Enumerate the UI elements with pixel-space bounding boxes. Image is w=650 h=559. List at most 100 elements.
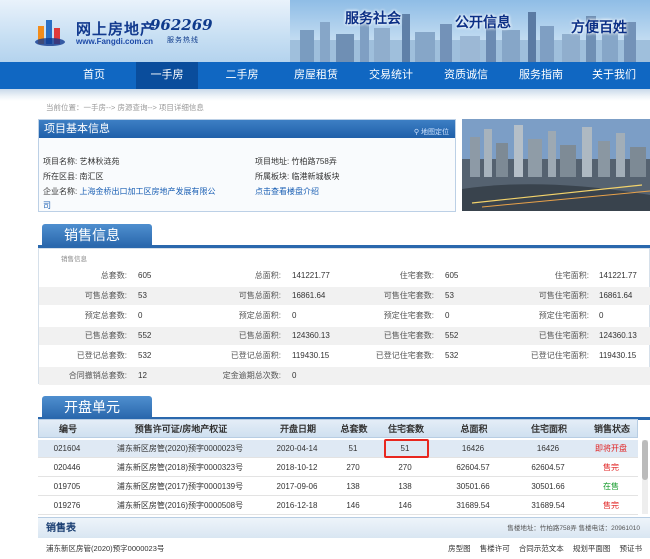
sales-value: 53 <box>138 291 147 300</box>
unit-id: 020446 <box>53 463 81 472</box>
col-id: 编号 <box>58 424 77 434</box>
sales-table-links: 房型图 售楼许可 合同示范文本 规划平面图 预证书 <box>444 538 642 559</box>
unit-total: 138 <box>346 482 360 491</box>
project-info-panel: 项目基本信息 ⚲ 地图定位 项目名称: 艺林秋涟苑 项目地址: 竹柏路758弄 … <box>38 119 456 212</box>
unit-status: 售完 <box>603 501 619 510</box>
unit-id: 019705 <box>53 482 81 491</box>
unit-permit: 浦东新区房管(2020)预字0000023号 <box>116 444 244 453</box>
unit-res-count: 146 <box>398 501 412 510</box>
sales-row: 已登记总套数: 532 已登记总面积: 119430.15 已登记住宅套数: 5… <box>39 347 650 365</box>
map-location-label: 地图定位 <box>421 129 449 136</box>
unit-status: 即将开盘 <box>595 444 627 453</box>
link-pre-cert[interactable]: 预证书 <box>620 544 643 553</box>
sales-label: 可售总套数: <box>84 291 127 300</box>
sales-label: 已登记总面积: <box>230 351 281 360</box>
project-intro-field: 点击查看楼盘介绍 <box>255 186 319 197</box>
sales-value: 119430.15 <box>599 351 637 360</box>
col-area: 总面积 <box>460 424 488 434</box>
sales-label: 预定住宅套数: <box>383 311 434 320</box>
project-area-field: 所属板块: 临港新城板块 <box>255 171 339 182</box>
sales-value: 0 <box>138 311 143 320</box>
project-developer-link[interactable]: 上海金桥出口加工区房地产发展有限公 <box>79 187 215 196</box>
project-developer-link-2[interactable]: 司 <box>43 201 51 210</box>
sales-label: 已售住宅面积: <box>538 331 589 340</box>
table-row[interactable]: 019276 浦东新区房管(2016)预字0000508号 2016-12-18… <box>38 497 638 515</box>
table-row[interactable]: 019705 浦东新区房管(2017)预字0000139号 2017-09-06… <box>38 478 638 496</box>
logo-icon[interactable] <box>34 14 66 46</box>
nav-guide[interactable]: 服务指南 <box>511 62 571 89</box>
sales-info-tab: 销售信息 <box>42 224 152 246</box>
slogan-2: 公开信息 <box>455 15 511 31</box>
breadcrumb: 当前位置：一手房--> 房源查询--> 项目详细信息 <box>46 103 204 112</box>
sales-value: 0 <box>445 311 450 320</box>
table-row[interactable]: 020446 浦东新区房管(2018)预字0000323号 2018-10-12… <box>38 459 638 477</box>
project-area-value: 临港新城板块 <box>291 172 340 181</box>
unit-date: 2018-10-12 <box>276 463 318 472</box>
unit-area: 16426 <box>461 444 485 453</box>
sales-value: 0 <box>292 371 297 380</box>
nav-home[interactable]: 首页 <box>72 62 116 89</box>
sales-row: 合同撤销总套数: 12 定金逾期总次数: 0 <box>39 367 650 385</box>
link-site-plan[interactable]: 规划平面图 <box>573 544 611 553</box>
highlight-box <box>384 439 429 458</box>
main-nav: 首页 一手房 二手房 房屋租赁 交易统计 资质诚信 服务指南 关于我们 <box>0 62 650 89</box>
nav-rental[interactable]: 房屋租赁 <box>286 62 346 89</box>
project-developer-field: 企业名称: 上海金桥出口加工区房地产发展有限公 <box>43 186 253 197</box>
project-name-label: 项目名称: <box>43 157 78 166</box>
unit-permit: 浦东新区房管(2016)预字0000508号 <box>116 501 244 510</box>
sales-value: 12 <box>138 371 147 380</box>
unit-date: 2020-04-14 <box>276 444 318 453</box>
col-res-count: 住宅套数 <box>387 424 424 434</box>
unit-id: 019276 <box>53 501 81 510</box>
col-permit: 预售许可证/房地产权证 <box>134 424 228 434</box>
sales-table-bar: 销售表 售楼地址：竹柏路758弄 售楼电话：20961010 <box>38 517 650 538</box>
link-contract-sample[interactable]: 合同示范文本 <box>519 544 564 553</box>
nav-credentials[interactable]: 资质诚信 <box>436 62 496 89</box>
sales-label: 住宅套数: <box>399 271 434 280</box>
project-intro-link[interactable]: 点击查看楼盘介绍 <box>255 187 319 196</box>
unit-date: 2016-12-18 <box>276 501 318 510</box>
link-floor-plan[interactable]: 房型图 <box>448 544 471 553</box>
unit-id: 021604 <box>53 444 81 453</box>
nav-second-hand[interactable]: 二手房 <box>214 62 270 89</box>
sales-value: 53 <box>445 291 454 300</box>
sales-value: 605 <box>138 271 152 280</box>
sales-value: 124360.13 <box>292 331 330 340</box>
project-address-value: 竹柏路758弄 <box>291 157 337 166</box>
sales-label: 住宅面积: <box>554 271 589 280</box>
slogan-1: 服务社会 <box>345 11 401 27</box>
unit-permit: 浦东新区房管(2018)预字0000323号 <box>116 463 244 472</box>
project-developer-line2: 司 <box>43 200 51 211</box>
sales-value: 532 <box>138 351 152 360</box>
sales-table-title: 销售表 <box>46 523 76 534</box>
link-sales-permit[interactable]: 售楼许可 <box>480 544 510 553</box>
sales-label: 已售总套数: <box>84 331 127 340</box>
col-date: 开盘日期 <box>279 424 316 434</box>
nav-statistics[interactable]: 交易统计 <box>361 62 421 89</box>
hotline-label: 服务热线 <box>167 37 199 44</box>
nav-shadow <box>0 89 650 101</box>
unit-total: 51 <box>348 444 358 453</box>
sales-label: 预定总面积: <box>238 311 281 320</box>
units-table-header: 编号 预售许可证/房地产权证 开盘日期 总套数 住宅套数 总面积 住宅面积 销售… <box>38 419 638 438</box>
units-scrollbar-thumb[interactable] <box>642 440 648 480</box>
sales-value: 16861.64 <box>292 291 326 300</box>
project-address-field: 项目地址: 竹柏路758弄 <box>255 156 337 167</box>
table-row[interactable]: 021604 浦东新区房管(2020)预字0000023号 2020-04-14… <box>38 440 638 458</box>
sales-info-subtitle: 销售信息 <box>61 256 87 263</box>
nav-about[interactable]: 关于我们 <box>584 62 644 89</box>
units-tab: 开盘单元 <box>42 396 152 418</box>
sales-label: 已登记住宅面积: <box>530 351 589 360</box>
unit-total: 146 <box>346 501 360 510</box>
sales-label: 可售住宅套数: <box>383 291 434 300</box>
nav-new-house[interactable]: 一手房 <box>136 62 198 89</box>
sales-label: 已售总面积: <box>238 331 281 340</box>
unit-total: 270 <box>346 463 360 472</box>
units-scrollbar[interactable] <box>642 440 648 514</box>
map-location-link[interactable]: ⚲ 地图定位 <box>414 124 449 142</box>
project-developer-label: 企业名称: <box>43 187 78 196</box>
sales-value: 141221.77 <box>599 271 637 280</box>
sales-value: 16861.64 <box>599 291 633 300</box>
project-address-label: 项目地址: <box>255 157 290 166</box>
logo-text[interactable]: 网上房地产 <box>76 18 156 39</box>
